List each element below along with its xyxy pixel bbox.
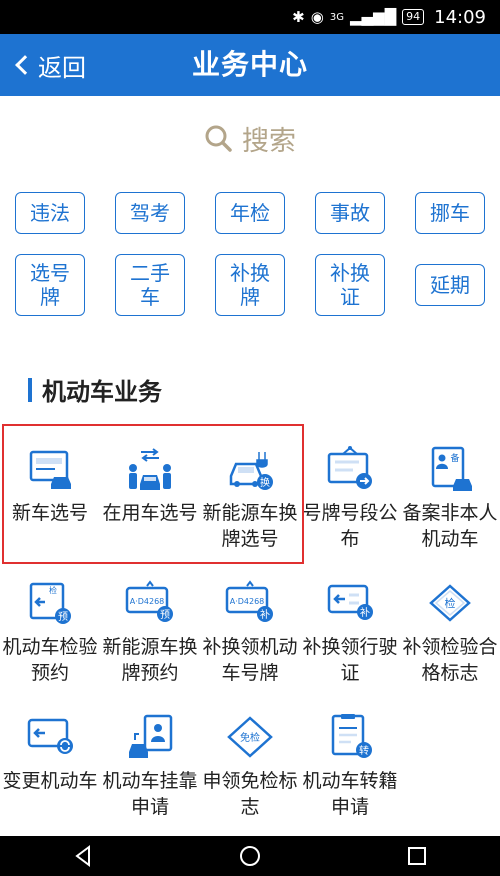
svg-text:A·D4268: A·D4268 — [230, 597, 265, 606]
tag-replace-license[interactable]: 补换证 — [315, 254, 385, 316]
service-change-car[interactable]: 变更机动车 — [0, 712, 100, 794]
tag-move-car[interactable]: 挪车 — [415, 192, 485, 234]
svg-text:A·D4268: A·D4268 — [130, 597, 165, 606]
svg-text:检: 检 — [445, 596, 456, 610]
service-label: 机动车转籍申请 — [302, 770, 398, 818]
svg-text:检: 检 — [49, 585, 57, 595]
svg-text:预: 预 — [160, 609, 170, 621]
service-inspection-mark[interactable]: 检 补领检验合格标志 — [400, 578, 500, 686]
signal-icon: ▂▄▆█ — [349, 8, 397, 26]
service-exempt-mark[interactable]: 免检 申领免检标志 — [200, 712, 300, 820]
svg-text:补: 补 — [260, 608, 270, 621]
back-triangle-icon[interactable] — [71, 844, 95, 868]
service-replace-license[interactable]: 补 补换领行驶证 — [300, 578, 400, 686]
service-label: 补换领机动车号牌 — [202, 636, 298, 684]
section-header: 机动车业务 — [28, 372, 162, 407]
section-title: 机动车业务 — [42, 378, 162, 406]
system-nav-bar — [0, 836, 500, 876]
change-car-icon — [27, 718, 73, 754]
record-car-icon: 备 — [431, 446, 472, 491]
service-transfer[interactable]: 转 机动车转籍申请 — [300, 712, 400, 820]
service-label: 备案非本人机动车 — [402, 502, 498, 550]
tag-violation[interactable]: 违法 — [15, 192, 85, 234]
search-label: 搜索 — [242, 125, 296, 157]
service-label: 新能源车换牌选号 — [202, 502, 298, 550]
service-label: 补换领行驶证 — [302, 636, 398, 684]
service-record-car[interactable]: 备 备案非本人机动车 — [400, 444, 500, 552]
bluetooth-icon: ✱ — [292, 8, 305, 26]
transfer-icon: 转 — [331, 714, 372, 758]
tag-select-plate[interactable]: 选号牌 — [15, 254, 85, 316]
ev-plate-icon: 换 — [229, 452, 273, 490]
home-circle-icon[interactable] — [238, 844, 262, 868]
service-plate-notice[interactable]: 号牌号段公布 — [300, 444, 400, 552]
service-label: 变更机动车 — [2, 770, 98, 792]
header-bar: 返回 业务中心 — [0, 34, 500, 96]
recents-square-icon[interactable] — [405, 844, 429, 868]
affiliation-icon — [129, 714, 173, 758]
service-label: 申领免检标志 — [202, 770, 298, 818]
inspection-mark-icon: 检 — [429, 584, 471, 622]
tag-extension[interactable]: 延期 — [415, 264, 485, 306]
back-button[interactable]: 返回 — [12, 34, 86, 96]
service-new-car-plate[interactable]: 新车选号 — [0, 444, 100, 526]
service-label: 补领检验合格标志 — [402, 636, 498, 684]
svg-text:补: 补 — [360, 606, 370, 619]
svg-text:预: 预 — [58, 611, 68, 623]
used-car-select-icon — [129, 448, 171, 490]
svg-text:转: 转 — [359, 744, 369, 757]
chevron-left-icon — [15, 55, 35, 75]
service-label: 机动车挂靠申请 — [102, 770, 198, 818]
section-accent-bar — [28, 377, 32, 402]
tag-used-car[interactable]: 二手车 — [115, 254, 185, 316]
service-label: 机动车检验预约 — [2, 636, 98, 684]
svg-text:备: 备 — [450, 452, 459, 464]
service-label: 号牌号段公布 — [302, 502, 398, 550]
network-type: 3G — [329, 11, 344, 23]
service-used-car-select[interactable]: 在用车选号 — [100, 444, 200, 526]
service-inspection-booking[interactable]: 检 预 机动车检验预约 — [0, 578, 100, 686]
tag-annual-inspection[interactable]: 年检 — [215, 192, 285, 234]
service-replace-plate[interactable]: A·D4268 补 补换领机动车号牌 — [200, 578, 300, 686]
eye-icon: ◉ — [310, 8, 324, 26]
ev-plate-booking-icon: A·D4268 预 — [125, 580, 173, 622]
back-label: 返回 — [38, 53, 86, 82]
inspection-booking-icon: 检 预 — [29, 582, 71, 624]
exempt-mark-icon: 免检 — [227, 716, 273, 758]
svg-text:免检: 免检 — [240, 731, 260, 744]
service-ev-plate[interactable]: 换 新能源车换牌选号 — [200, 444, 300, 552]
battery-icon: 94 — [402, 9, 425, 25]
tag-replace-plate[interactable]: 补换牌 — [215, 254, 285, 316]
tag-driving-exam[interactable]: 驾考 — [115, 192, 185, 234]
service-affiliation[interactable]: 机动车挂靠申请 — [100, 712, 200, 820]
status-time: 14:09 — [434, 6, 486, 28]
replace-license-icon: 补 — [327, 584, 373, 620]
service-label: 新车选号 — [11, 502, 88, 524]
status-bar: ✱ ◉ 3G ▂▄▆█ 94 14:09 — [0, 0, 500, 34]
tag-accident[interactable]: 事故 — [315, 192, 385, 234]
service-label: 在用车选号 — [102, 502, 198, 524]
plate-notice-icon — [327, 446, 372, 489]
svg-text:换: 换 — [260, 476, 270, 489]
search-icon — [205, 125, 232, 152]
new-car-plate-icon — [29, 450, 71, 489]
replace-plate-icon: A·D4268 补 — [225, 580, 273, 622]
service-label: 新能源车换牌预约 — [102, 636, 198, 684]
service-ev-plate-booking[interactable]: A·D4268 预 新能源车换牌预约 — [100, 578, 200, 686]
search-button[interactable]: 搜索 — [0, 114, 500, 162]
